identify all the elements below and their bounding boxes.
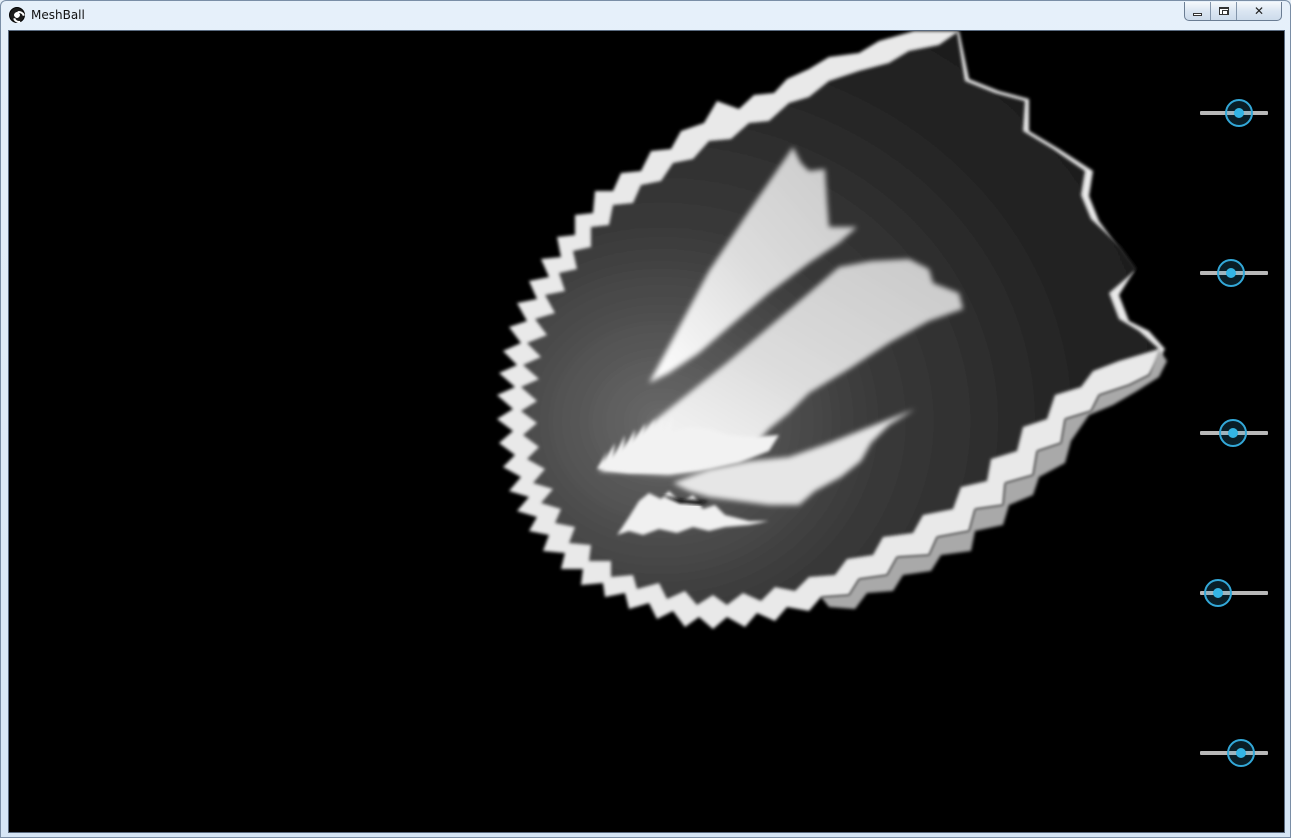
window-controls: ✕ [1184, 2, 1282, 21]
slider-3[interactable] [1200, 416, 1268, 450]
window-title: MeshBall [31, 8, 85, 22]
meshball-app-icon [9, 7, 25, 23]
render-viewport[interactable] [8, 30, 1285, 833]
slider-1[interactable] [1200, 96, 1268, 130]
slider-thumb[interactable] [1216, 259, 1245, 287]
slider-thumb-dot-icon [1225, 268, 1236, 278]
close-icon: ✕ [1253, 4, 1265, 18]
slider-thumb[interactable] [1224, 99, 1253, 127]
slider-4[interactable] [1200, 576, 1268, 610]
mesh-ball-render[interactable] [9, 31, 1285, 833]
app-window: MeshBall ✕ [0, 0, 1291, 838]
maximize-button[interactable] [1211, 2, 1237, 20]
slider-thumb-dot-icon [1228, 428, 1239, 438]
minimize-icon [1193, 12, 1202, 16]
slider-thumb[interactable] [1227, 739, 1256, 767]
slider-thumb[interactable] [1219, 419, 1248, 447]
slider-thumb-dot-icon [1213, 588, 1224, 598]
slider-thumb-dot-icon [1233, 108, 1244, 118]
maximize-icon [1218, 7, 1229, 15]
minimize-button[interactable] [1185, 2, 1211, 20]
slider-thumb[interactable] [1204, 579, 1233, 607]
slider-thumb-dot-icon [1236, 748, 1247, 758]
slider-5[interactable] [1200, 736, 1268, 770]
slider-2[interactable] [1200, 256, 1268, 290]
title-bar[interactable]: MeshBall ✕ [1, 1, 1290, 31]
close-button[interactable]: ✕ [1237, 2, 1281, 20]
